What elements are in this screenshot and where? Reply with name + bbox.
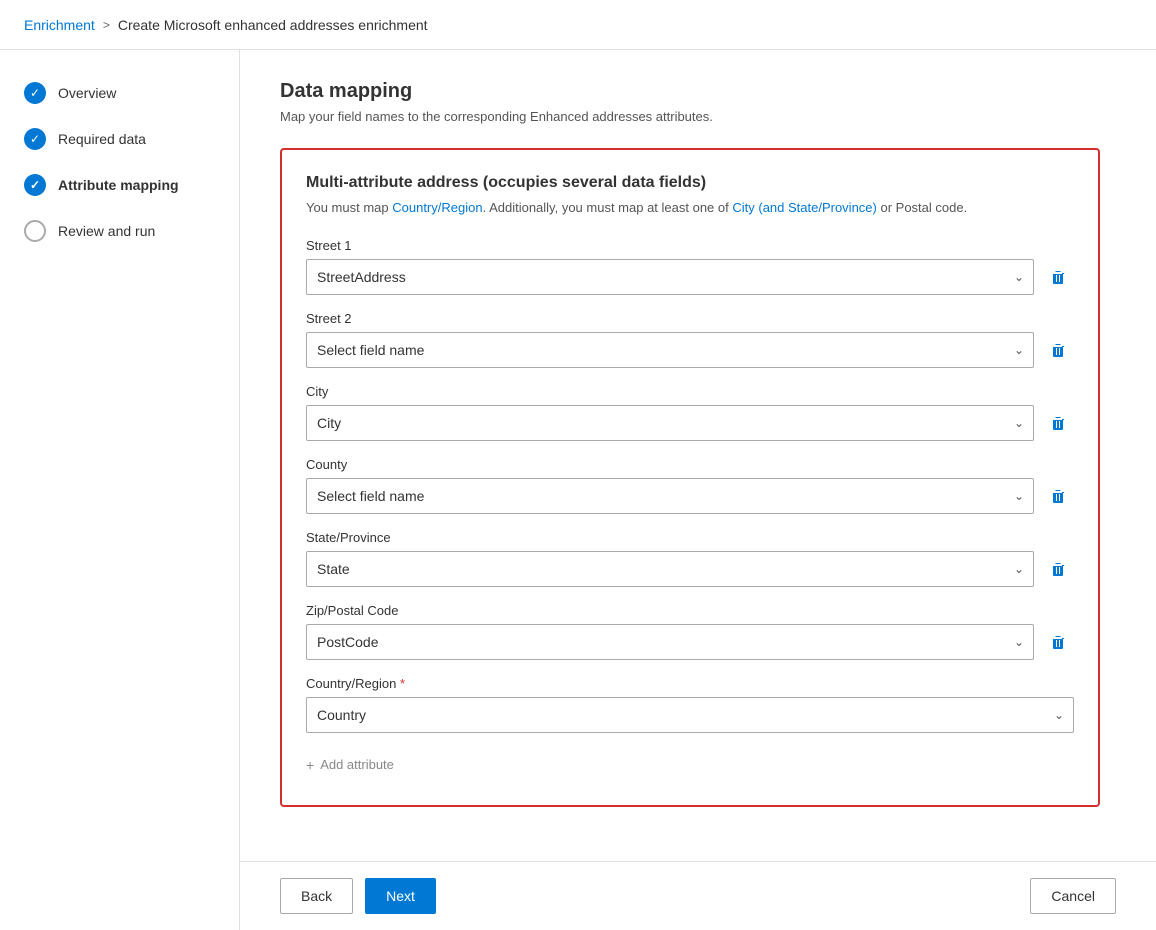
sidebar-item-attribute-mapping[interactable]: ✓ Attribute mapping xyxy=(0,162,239,208)
select-street2[interactable]: Select field name xyxy=(306,332,1034,368)
top-bar: Enrichment > Create Microsoft enhanced a… xyxy=(0,0,1156,50)
sidebar-label-overview: Overview xyxy=(58,85,116,101)
field-label-street2: Street 2 xyxy=(306,311,1074,326)
field-group-country: Country/Region * Country Select field na… xyxy=(306,676,1074,733)
field-group-zip: Zip/Postal Code PostCode Select field na… xyxy=(306,603,1074,660)
required-asterisk: * xyxy=(400,676,405,691)
sidebar-label-review-run: Review and run xyxy=(58,223,155,239)
field-row-country: Country Select field name ⌄ xyxy=(306,697,1074,733)
step-icon-review-run xyxy=(24,220,46,242)
breadcrumb-separator: > xyxy=(103,18,110,32)
step-icon-overview: ✓ xyxy=(24,82,46,104)
page-subtitle: Map your field names to the correspondin… xyxy=(280,109,1100,124)
field-group-street1: Street 1 StreetAddress Select field name… xyxy=(306,238,1074,295)
delete-zip-button[interactable] xyxy=(1042,624,1074,660)
field-row-county: Select field name ⌄ xyxy=(306,478,1074,514)
select-wrapper-zip: PostCode Select field name ⌄ xyxy=(306,624,1034,660)
select-wrapper-street2: Select field name ⌄ xyxy=(306,332,1034,368)
plus-icon: + xyxy=(306,757,314,773)
add-attribute-button[interactable]: + Add attribute xyxy=(306,749,1074,781)
select-zip[interactable]: PostCode Select field name xyxy=(306,624,1034,660)
field-label-state: State/Province xyxy=(306,530,1074,545)
select-wrapper-county: Select field name ⌄ xyxy=(306,478,1034,514)
card-description: You must map Country/Region. Additionall… xyxy=(306,198,1074,218)
field-row-street2: Select field name ⌄ xyxy=(306,332,1074,368)
select-street1[interactable]: StreetAddress Select field name xyxy=(306,259,1034,295)
select-wrapper-city: City Select field name ⌄ xyxy=(306,405,1034,441)
sidebar: ✓ Overview ✓ Required data ✓ Attribute m… xyxy=(0,50,240,930)
step-icon-attribute-mapping: ✓ xyxy=(24,174,46,196)
select-city[interactable]: City Select field name xyxy=(306,405,1034,441)
field-row-state: State Select field name ⌄ xyxy=(306,551,1074,587)
field-group-city: City City Select field name ⌄ xyxy=(306,384,1074,441)
select-state[interactable]: State Select field name xyxy=(306,551,1034,587)
sidebar-item-review-run[interactable]: Review and run xyxy=(0,208,239,254)
cancel-button[interactable]: Cancel xyxy=(1030,878,1116,914)
delete-street1-button[interactable] xyxy=(1042,259,1074,295)
delete-county-button[interactable] xyxy=(1042,478,1074,514)
mapping-card: Multi-attribute address (occupies severa… xyxy=(280,148,1100,807)
field-row-zip: PostCode Select field name ⌄ xyxy=(306,624,1074,660)
city-state-link: City (and State/Province) xyxy=(732,200,877,215)
back-button[interactable]: Back xyxy=(280,878,353,914)
next-button[interactable]: Next xyxy=(365,878,436,914)
select-wrapper-state: State Select field name ⌄ xyxy=(306,551,1034,587)
footer-left: Back Next xyxy=(280,878,436,914)
field-label-street1: Street 1 xyxy=(306,238,1074,253)
breadcrumb-current-page: Create Microsoft enhanced addresses enri… xyxy=(118,17,428,33)
add-attribute-label: Add attribute xyxy=(320,757,394,772)
delete-street2-button[interactable] xyxy=(1042,332,1074,368)
select-county[interactable]: Select field name xyxy=(306,478,1034,514)
sidebar-label-required-data: Required data xyxy=(58,131,146,147)
field-label-county: County xyxy=(306,457,1074,472)
select-wrapper-country: Country Select field name ⌄ xyxy=(306,697,1074,733)
select-wrapper-street1: StreetAddress Select field name ⌄ xyxy=(306,259,1034,295)
field-label-zip: Zip/Postal Code xyxy=(306,603,1074,618)
delete-state-button[interactable] xyxy=(1042,551,1074,587)
card-title: Multi-attribute address (occupies severa… xyxy=(306,174,1074,192)
select-country[interactable]: Country Select field name xyxy=(306,697,1074,733)
delete-city-button[interactable] xyxy=(1042,405,1074,441)
field-label-city: City xyxy=(306,384,1074,399)
field-row-street1: StreetAddress Select field name ⌄ xyxy=(306,259,1074,295)
field-label-country: Country/Region * xyxy=(306,676,1074,691)
page-title: Data mapping xyxy=(280,80,1100,103)
breadcrumb-enrichment-link[interactable]: Enrichment xyxy=(24,17,95,33)
main-content: Data mapping Map your field names to the… xyxy=(240,50,1140,861)
country-region-link: Country/Region xyxy=(392,200,482,215)
field-group-state: State/Province State Select field name ⌄ xyxy=(306,530,1074,587)
sidebar-label-attribute-mapping: Attribute mapping xyxy=(58,177,179,193)
field-row-city: City Select field name ⌄ xyxy=(306,405,1074,441)
field-group-street2: Street 2 Select field name ⌄ xyxy=(306,311,1074,368)
layout: ✓ Overview ✓ Required data ✓ Attribute m… xyxy=(0,50,1156,930)
sidebar-item-required-data[interactable]: ✓ Required data xyxy=(0,116,239,162)
step-icon-required-data: ✓ xyxy=(24,128,46,150)
breadcrumb: Enrichment > Create Microsoft enhanced a… xyxy=(24,17,428,33)
footer: Back Next Cancel xyxy=(240,861,1156,930)
field-group-county: County Select field name ⌄ xyxy=(306,457,1074,514)
sidebar-item-overview[interactable]: ✓ Overview xyxy=(0,70,239,116)
